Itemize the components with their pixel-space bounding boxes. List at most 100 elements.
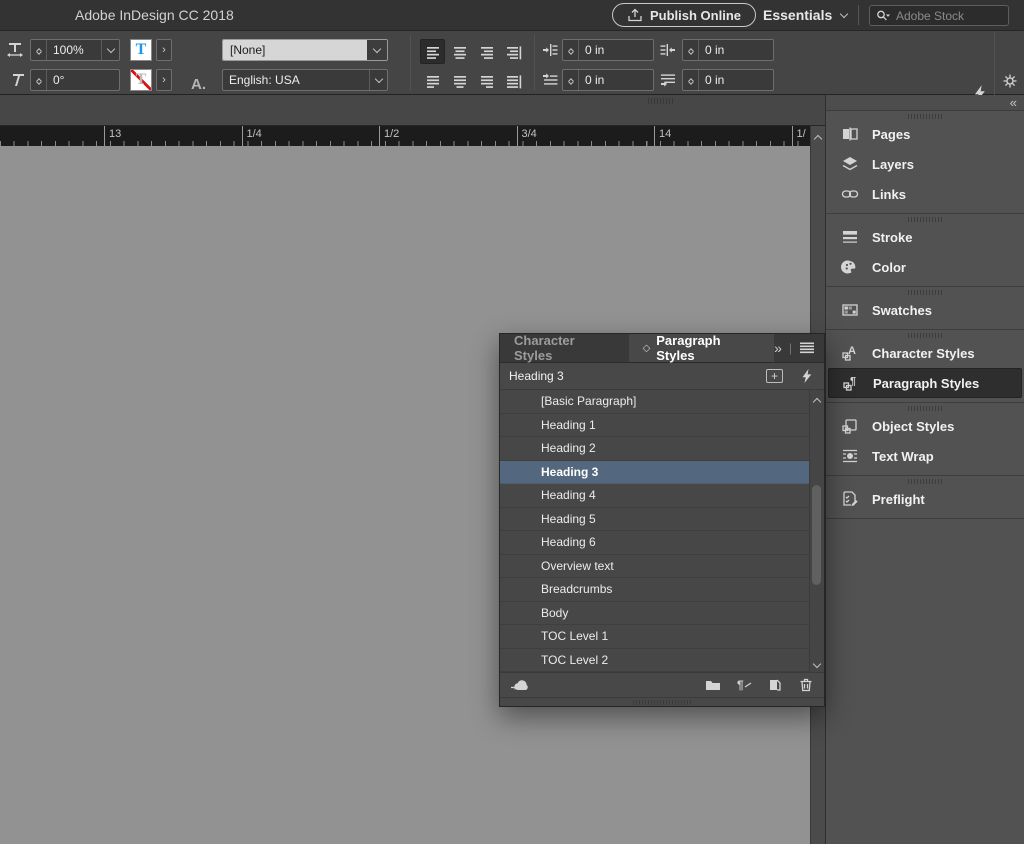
strikethrough-color-swatch[interactable]: T [130, 69, 152, 91]
stepper-arrows[interactable] [683, 40, 699, 60]
align-right-icon [479, 44, 495, 60]
dock-item-swatches[interactable]: Swatches [826, 295, 1024, 325]
delete-style-icon[interactable] [798, 677, 814, 693]
style-row[interactable]: TOC Level 2 [500, 649, 824, 673]
character-style-combo[interactable]: [None] [222, 39, 388, 61]
workspace-switcher[interactable]: Essentials [763, 0, 847, 30]
align-right-button[interactable] [474, 39, 499, 64]
gear-icon[interactable] [1002, 73, 1018, 89]
panel-dock: « Pages Layers Links Stro [825, 95, 1024, 844]
style-row[interactable]: Heading 2 [500, 437, 824, 461]
collapse-dock-icon[interactable]: « [1010, 95, 1016, 110]
preflight-icon [841, 490, 859, 508]
dock-group: Preflight [826, 476, 1024, 519]
panel-drag-grip[interactable] [648, 98, 674, 104]
style-group-folder-icon[interactable] [705, 677, 721, 693]
scale-dropdown-button[interactable] [101, 40, 119, 60]
scroll-up-arrow-icon[interactable] [813, 398, 821, 406]
style-row[interactable]: TOC Level 1 [500, 625, 824, 649]
panel-menu-icon[interactable] [800, 342, 814, 354]
new-style-icon[interactable] [767, 677, 783, 693]
dock-item-label: Character Styles [872, 346, 975, 361]
adobe-stock-search[interactable] [869, 5, 1009, 26]
stepper-arrows[interactable] [31, 70, 47, 90]
left-indent-field[interactable]: 0 in [562, 39, 654, 61]
first-line-indent-icon [542, 72, 558, 88]
upload-icon [627, 7, 643, 23]
style-row[interactable]: Heading 4 [500, 484, 824, 508]
stock-search-input[interactable] [896, 9, 1003, 23]
style-row[interactable]: Heading 1 [500, 414, 824, 438]
align-left-button[interactable] [420, 39, 445, 64]
styles-list-scrollbar[interactable] [809, 390, 824, 672]
align-toward-spine-icon [506, 44, 522, 60]
cc-sync-icon[interactable] [510, 677, 530, 693]
character-styles-icon: A [841, 344, 859, 362]
stepper-arrows[interactable] [563, 70, 579, 90]
collapse-panel-icon[interactable]: » [774, 340, 781, 356]
clear-overrides-icon[interactable]: ¶ [736, 677, 752, 693]
dock-group: Object Styles Text Wrap [826, 403, 1024, 476]
dock-item-layers[interactable]: Layers [826, 149, 1024, 179]
create-style-icon[interactable]: + [766, 369, 783, 383]
language-dropdown-button[interactable] [369, 70, 387, 90]
dock-item-label: Layers [872, 157, 914, 172]
style-row[interactable]: Heading 6 [500, 531, 824, 555]
paragraph-styles-icon: ¶ [842, 374, 860, 392]
style-row[interactable]: Overview text [500, 555, 824, 579]
justify-last-center-button[interactable] [447, 68, 472, 93]
dock-item-text-wrap[interactable]: Text Wrap [826, 441, 1024, 471]
dock-item-stroke[interactable]: Stroke [826, 222, 1024, 252]
character-style-dropdown-button[interactable] [367, 40, 387, 60]
justify-last-left-icon [425, 73, 441, 89]
horizontal-scale-icon [6, 40, 24, 58]
scrollbar-thumb[interactable] [812, 485, 821, 585]
style-row[interactable]: Breadcrumbs [500, 578, 824, 602]
tab-paragraph-styles[interactable]: ◇ Paragraph Styles [629, 334, 775, 362]
style-row[interactable]: Heading 5 [500, 508, 824, 532]
dock-item-links[interactable]: Links [826, 179, 1024, 209]
publish-online-label: Publish Online [650, 8, 741, 23]
justify-away-spine-button[interactable] [501, 68, 526, 93]
tab-label: Character Styles [514, 333, 615, 363]
style-override-icon[interactable] [799, 368, 815, 384]
dock-item-label: Swatches [872, 303, 932, 318]
dock-item-character-styles[interactable]: A Character Styles [826, 338, 1024, 368]
stepper-arrows[interactable] [683, 70, 699, 90]
tab-character-styles[interactable]: Character Styles [500, 334, 629, 362]
justify-last-right-button[interactable] [474, 68, 499, 93]
last-line-indent-field[interactable]: 0 in [682, 69, 774, 91]
dock-item-label: Links [872, 187, 906, 202]
dock-item-color[interactable]: Color [826, 252, 1024, 282]
panel-resize-handle[interactable] [500, 697, 824, 707]
strikethrough-flyout-button[interactable]: › [156, 69, 172, 91]
align-center-button[interactable] [447, 39, 472, 64]
right-indent-field[interactable]: 0 in [682, 39, 774, 61]
scroll-down-arrow-icon[interactable] [813, 660, 821, 668]
stepper-arrows[interactable] [31, 40, 47, 60]
panel-tab-icons: » | [774, 334, 824, 362]
dock-header: « [826, 95, 1024, 111]
dock-group: Swatches [826, 287, 1024, 330]
publish-online-button[interactable]: Publish Online [612, 3, 756, 27]
svg-text:¶: ¶ [737, 678, 744, 692]
horizontal-scale-field[interactable]: 100% [30, 39, 120, 61]
character-color-swatch[interactable]: T [130, 39, 152, 61]
skew-angle-field[interactable]: 0° [30, 69, 120, 91]
dock-item-paragraph-styles[interactable]: ¶ Paragraph Styles [828, 368, 1022, 398]
language-combo[interactable]: English: USA [222, 69, 388, 91]
style-row[interactable]: [Basic Paragraph] [500, 390, 824, 414]
first-line-indent-field[interactable]: 0 in [562, 69, 654, 91]
dock-item-preflight[interactable]: Preflight [826, 484, 1024, 514]
justify-last-left-button[interactable] [420, 68, 445, 93]
stepper-arrows[interactable] [563, 40, 579, 60]
dock-item-pages[interactable]: Pages [826, 119, 1024, 149]
style-row[interactable]: Body [500, 602, 824, 626]
dock-item-object-styles[interactable]: Object Styles [826, 411, 1024, 441]
align-toward-spine-button[interactable] [501, 39, 526, 64]
scroll-up-arrow-icon[interactable] [814, 135, 822, 143]
style-row-selected[interactable]: Heading 3 [500, 461, 824, 485]
dock-group: Stroke Color [826, 214, 1024, 287]
horizontal-scale-value: 100% [47, 40, 101, 60]
character-color-flyout-button[interactable]: › [156, 39, 172, 61]
